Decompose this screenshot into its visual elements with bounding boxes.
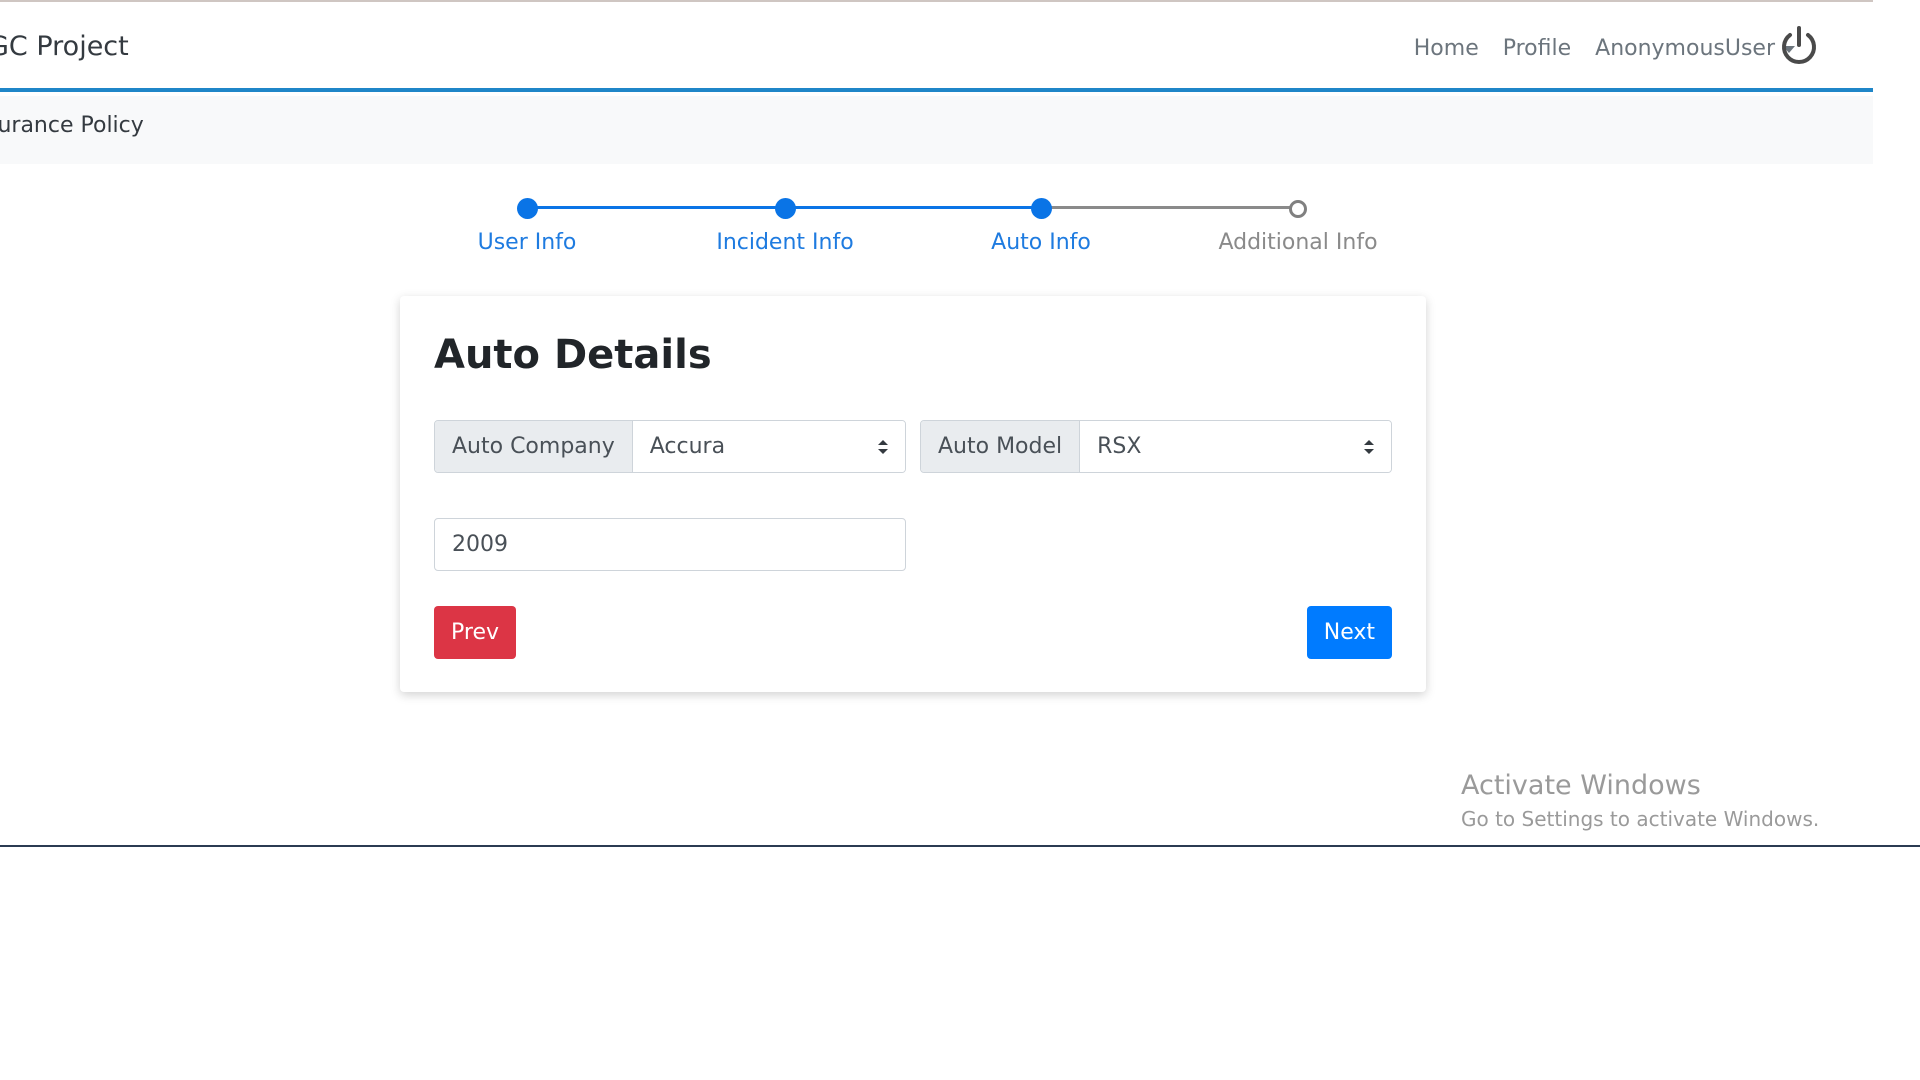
- page-subheader: surance Policy: [0, 96, 1873, 164]
- brand-title[interactable]: GC Project: [0, 31, 129, 62]
- step-dot-auto-info: [1031, 198, 1052, 219]
- auto-company-label: Auto Company: [435, 421, 633, 472]
- step-connector: [785, 206, 1041, 209]
- user-name: AnonymousUser: [1595, 36, 1775, 61]
- step-label-user-info[interactable]: User Info: [478, 230, 577, 255]
- auto-model-group: Auto Model RSX: [920, 420, 1392, 473]
- step-connector: [527, 206, 785, 209]
- auto-model-value: RSX: [1097, 434, 1142, 459]
- bottom-divider: [0, 845, 1920, 847]
- select-arrows-icon: [878, 439, 888, 454]
- step-label-incident-info[interactable]: Incident Info: [716, 230, 853, 255]
- step-label-additional-info[interactable]: Additional Info: [1218, 230, 1377, 255]
- nav-links: Home Profile AnonymousUser: [1414, 36, 1795, 61]
- auto-model-label: Auto Model: [921, 421, 1081, 472]
- auto-company-group: Auto Company Accura: [434, 420, 906, 473]
- nav-link-profile[interactable]: Profile: [1503, 36, 1571, 61]
- activate-windows-watermark: Activate Windows Go to Settings to activ…: [1461, 770, 1819, 831]
- step-dot-incident-info: [775, 198, 796, 219]
- select-arrows-icon: [1364, 439, 1374, 454]
- nav-link-home[interactable]: Home: [1414, 36, 1479, 61]
- auto-company-select[interactable]: Accura: [632, 421, 905, 472]
- step-connector: [1041, 206, 1298, 209]
- next-button[interactable]: Next: [1306, 606, 1392, 659]
- card-title: Auto Details: [434, 332, 712, 378]
- year-input[interactable]: [434, 518, 906, 571]
- page-subtitle: surance Policy: [0, 113, 144, 138]
- watermark-subtitle: Go to Settings to activate Windows.: [1461, 807, 1820, 831]
- auto-model-select[interactable]: RSX: [1080, 421, 1391, 472]
- auto-company-value: Accura: [649, 434, 726, 459]
- step-dot-additional-info: [1289, 200, 1307, 218]
- prev-button[interactable]: Prev: [434, 606, 516, 659]
- step-dot-user-info: [517, 198, 538, 219]
- auto-details-card: Auto Details Auto Company Accura Auto Mo…: [400, 296, 1426, 692]
- watermark-title: Activate Windows: [1461, 770, 1701, 801]
- progress-stepper: User Info Incident Info Auto Info Additi…: [0, 190, 1920, 270]
- power-icon[interactable]: [1777, 24, 1821, 68]
- step-label-auto-info[interactable]: Auto Info: [991, 230, 1091, 255]
- navbar: GC Project Home Profile AnonymousUser: [0, 2, 1873, 92]
- user-dropdown[interactable]: AnonymousUser: [1595, 36, 1795, 61]
